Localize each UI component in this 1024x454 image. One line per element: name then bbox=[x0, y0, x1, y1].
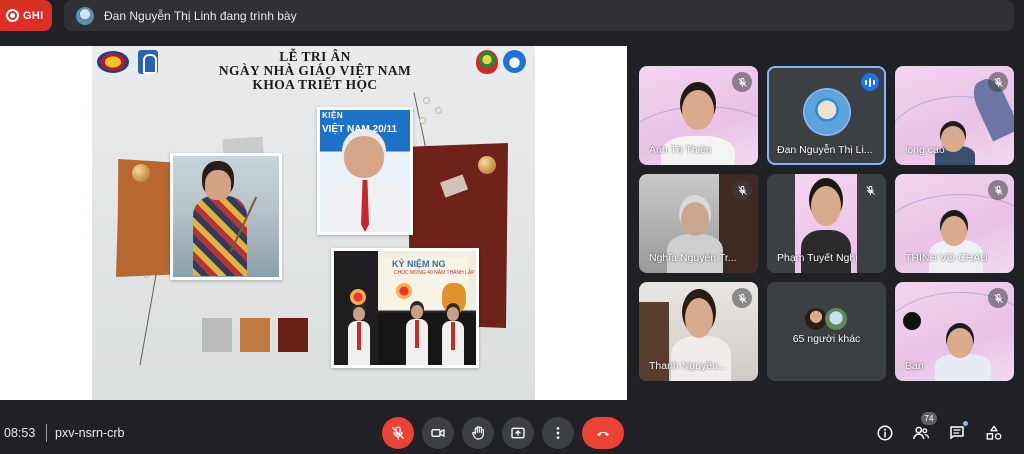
presenting-text: Đan Nguyễn Thị Linh đang trình bày bbox=[104, 8, 297, 23]
divider bbox=[46, 424, 47, 442]
participant-avatar bbox=[805, 90, 849, 134]
slide-title-line-1: LỄ TRI ÂN bbox=[279, 49, 351, 64]
participant-face bbox=[682, 90, 714, 130]
people-button[interactable] bbox=[910, 422, 932, 444]
camera-toggle-button[interactable] bbox=[422, 417, 454, 449]
presenting-banner[interactable]: Đan Nguyễn Thị Linh đang trình bày bbox=[64, 0, 1014, 31]
mic-off-icon bbox=[988, 72, 1008, 92]
participant-name: Phạm Tuyết Nghi bbox=[777, 252, 858, 264]
meeting-clock: 08:53 bbox=[4, 426, 36, 440]
pin-icon bbox=[478, 156, 496, 174]
speaking-indicator-icon bbox=[861, 73, 879, 91]
end-call-icon bbox=[597, 431, 609, 436]
blossom bbox=[420, 118, 425, 123]
slide-title-line-2: NGÀY NHÀ GIÁO VIỆT NAM bbox=[218, 63, 412, 78]
participant-name: Nghĩa Nguyễn Tr... bbox=[649, 252, 737, 264]
participant-tile[interactable]: Anh Tô Thiên bbox=[639, 66, 758, 165]
participant-name: long cao bbox=[905, 144, 945, 156]
participant-tile[interactable]: long cao bbox=[895, 66, 1014, 165]
mic-off-icon bbox=[732, 180, 752, 200]
presentation-slide: LỄ TRI ÂN NGÀY NHÀ GIÁO VIỆT NAM KHOA TR… bbox=[0, 46, 627, 400]
meet-window: GHI Đan Nguyễn Thị Linh đang trình bày L… bbox=[0, 0, 1024, 454]
color-swatch bbox=[278, 318, 308, 352]
color-swatch bbox=[240, 318, 270, 352]
participant-name: Thanh Nguyễn... bbox=[649, 360, 727, 372]
camera-icon bbox=[431, 429, 445, 437]
participant-avatar bbox=[805, 308, 827, 330]
color-swatch bbox=[202, 318, 232, 352]
meeting-code: pxv-nsrn-crb bbox=[55, 426, 125, 440]
mic-off-icon bbox=[988, 180, 1008, 200]
people-count-badge: 74 bbox=[921, 412, 937, 425]
presenter-avatar bbox=[76, 6, 94, 25]
participant-face bbox=[947, 328, 973, 358]
slide-title-line-3: KHOA TRIẾT HỌC bbox=[252, 77, 378, 92]
activities-button[interactable] bbox=[983, 422, 1005, 444]
info-icon bbox=[877, 425, 893, 441]
people-icon bbox=[913, 426, 930, 440]
recording-label: GHI bbox=[23, 9, 44, 22]
slide-title: LỄ TRI ÂN NGÀY NHÀ GIÁO VIỆT NAM KHOA TR… bbox=[160, 50, 470, 92]
record-icon bbox=[6, 9, 19, 22]
photo-banner-top: KIỆN bbox=[322, 111, 344, 120]
end-call-button[interactable] bbox=[582, 417, 624, 449]
youth-union-logo bbox=[476, 50, 498, 74]
participant-face bbox=[681, 202, 709, 236]
recording-badge[interactable]: GHI bbox=[0, 0, 52, 31]
participant-tile[interactable]: Phạm Tuyết Nghi bbox=[767, 174, 886, 273]
student-association-logo bbox=[503, 50, 526, 73]
more-options-button[interactable] bbox=[542, 417, 574, 449]
participant-name: Anh Tô Thiên bbox=[649, 144, 712, 156]
activities-icon bbox=[986, 425, 1002, 440]
mic-off-icon bbox=[860, 180, 880, 200]
participant-face bbox=[685, 298, 713, 338]
national-emblem-logo bbox=[97, 51, 129, 73]
mic-off-icon bbox=[392, 426, 404, 440]
more-options-icon bbox=[556, 427, 560, 439]
raise-hand-icon bbox=[472, 426, 484, 440]
participant-tile[interactable]: Đan Nguyễn Thị Li... bbox=[767, 66, 886, 165]
mic-off-icon bbox=[732, 288, 752, 308]
pin-icon bbox=[132, 164, 150, 182]
participant-face bbox=[811, 186, 841, 226]
participant-tile[interactable]: Nghĩa Nguyễn Tr... bbox=[639, 174, 758, 273]
participant-name: Bạn bbox=[905, 360, 924, 372]
blossom bbox=[436, 108, 441, 113]
stage-banner-text: KỶ NIỆM NG bbox=[392, 259, 446, 269]
others-count-label: 65 người khác bbox=[792, 333, 861, 345]
photo-banner-text: VIỆT NAM 20/11 bbox=[322, 124, 398, 135]
participant-face bbox=[941, 216, 967, 246]
participant-name: Đan Nguyễn Thị Li... bbox=[777, 144, 873, 156]
chat-unread-dot bbox=[963, 421, 968, 426]
participant-tile-others[interactable]: 65 người khác bbox=[767, 282, 886, 381]
participant-tile-self[interactable]: Bạn bbox=[895, 282, 1014, 381]
participant-name: THINH VO CHAU bbox=[905, 252, 988, 264]
meeting-info-button[interactable] bbox=[874, 422, 896, 444]
teacher-photo-2: KIỆN VIỆT NAM 20/11 bbox=[317, 107, 413, 235]
university-logo bbox=[138, 50, 158, 74]
participant-avatar bbox=[825, 308, 847, 330]
raise-hand-button[interactable] bbox=[462, 417, 494, 449]
mic-off-icon bbox=[988, 288, 1008, 308]
mic-off-icon bbox=[732, 72, 752, 92]
stage-banner-subtext: CHÚC MỪNG 40 NĂM THÀNH LẬP bbox=[394, 270, 475, 276]
mic-toggle-button[interactable] bbox=[382, 417, 414, 449]
chat-icon bbox=[950, 426, 964, 439]
teacher-photo-1 bbox=[170, 153, 282, 280]
participant-tile[interactable]: Thanh Nguyễn... bbox=[639, 282, 758, 381]
present-screen-button[interactable] bbox=[502, 417, 534, 449]
ceremony-photo: KỶ NIỆM NG CHÚC MỪNG 40 NĂM THÀNH LẬP bbox=[331, 248, 479, 368]
blossom bbox=[424, 98, 429, 103]
participant-tile[interactable]: THINH VO CHAU bbox=[895, 174, 1014, 273]
present-screen-icon bbox=[511, 427, 525, 439]
